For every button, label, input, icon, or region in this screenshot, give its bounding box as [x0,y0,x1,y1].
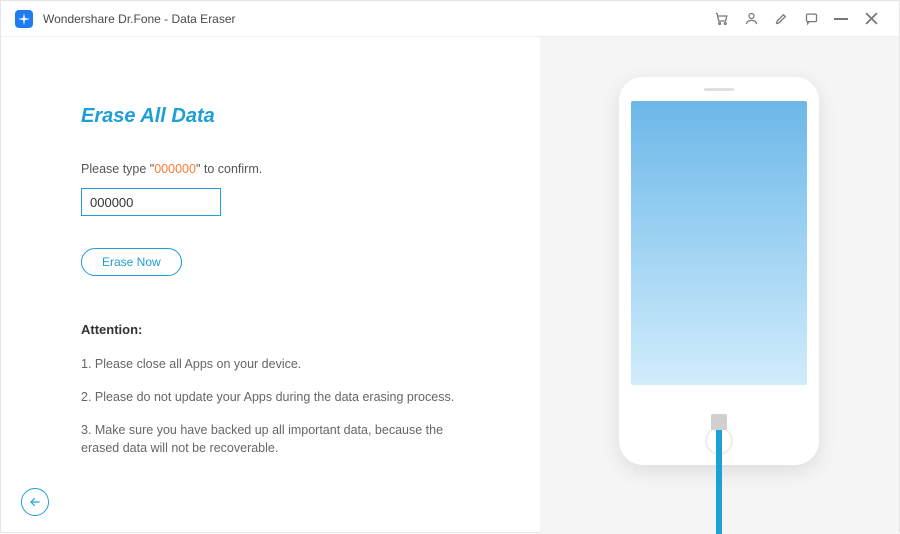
app-logo-icon [15,10,33,28]
phone-speaker [704,88,734,91]
window-title: Wondershare Dr.Fone - Data Eraser [43,12,713,26]
confirm-code: 000000 [154,162,196,176]
confirm-prefix: Please type " [81,162,154,176]
attention-list: 1. Please close all Apps on your device.… [81,355,481,458]
back-button[interactable] [21,488,49,516]
phone-screen [631,101,807,385]
titlebar: Wondershare Dr.Fone - Data Eraser [1,1,899,37]
main-body: Erase All Data Please type "000000" to c… [1,37,899,534]
feedback-icon[interactable] [803,11,819,27]
attention-item: 1. Please close all Apps on your device. [81,355,481,374]
attention-heading: Attention: [81,322,495,337]
cart-icon[interactable] [713,11,729,27]
device-illustration-pane [540,37,899,534]
usb-cable-illustration [711,414,727,534]
confirm-input[interactable] [81,188,221,216]
account-icon[interactable] [743,11,759,27]
attention-item: 3. Make sure you have backed up all impo… [81,421,481,459]
titlebar-actions [713,11,879,27]
confirm-suffix: " to confirm. [196,162,262,176]
page-heading: Erase All Data [81,105,495,128]
content-pane: Erase All Data Please type "000000" to c… [1,37,540,534]
confirm-instruction: Please type "000000" to confirm. [81,162,495,176]
close-button[interactable] [863,11,879,27]
edit-icon[interactable] [773,11,789,27]
minimize-button[interactable] [833,11,849,27]
attention-item: 2. Please do not update your Apps during… [81,388,481,407]
erase-now-button[interactable]: Erase Now [81,248,182,276]
phone-illustration [619,77,819,465]
